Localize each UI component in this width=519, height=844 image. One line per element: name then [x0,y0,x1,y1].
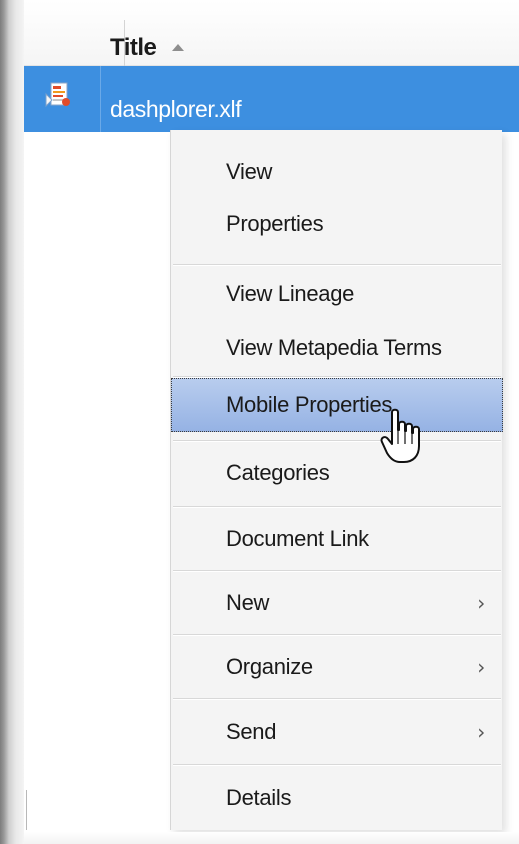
menu-item-label: Document Link [226,526,369,551]
menu-separator [173,440,501,442]
chevron-right-icon: › [477,720,485,744]
menu-item-new[interactable]: New › [171,578,503,628]
sort-ascending-icon[interactable] [172,44,184,51]
menu-item-view[interactable]: View [171,150,503,194]
menu-item-view-metapedia-terms[interactable]: View Metapedia Terms [171,326,503,370]
list-header [24,0,519,66]
menu-item-label: Details [226,785,292,810]
menu-separator [173,570,501,572]
menu-item-label: View Metapedia Terms [226,335,442,360]
context-menu: View Properties View Lineage View Metape… [170,130,503,830]
menu-item-categories[interactable]: Categories [171,448,503,498]
selected-file-row[interactable] [24,66,519,132]
row-column-separator [100,66,101,132]
menu-item-label: Properties [226,211,324,236]
menu-item-label: View Lineage [226,281,355,306]
menu-item-send[interactable]: Send › [171,706,503,758]
menu-item-view-lineage[interactable]: View Lineage [171,272,503,316]
chevron-right-icon: › [477,591,485,615]
menu-item-document-link[interactable]: Document Link [171,514,503,564]
menu-item-details[interactable]: Details [171,772,503,824]
menu-item-label: Categories [226,460,330,485]
title-column-header[interactable]: Title [110,34,157,62]
list-bottom-edge [24,832,519,844]
menu-item-mobile-properties[interactable]: Mobile Properties [171,378,503,432]
menu-separator [173,698,501,700]
menu-separator [173,506,501,508]
menu-separator [173,264,501,266]
window-frame-edge [0,0,24,844]
menu-item-label: View [226,159,273,184]
window-frame-notch [26,790,30,830]
file-name[interactable]: dashplorer.xlf [110,96,242,123]
menu-item-label: Send [226,719,277,744]
menu-item-label: Mobile Properties [226,392,393,417]
menu-item-organize[interactable]: Organize › [171,642,503,692]
menu-item-label: Organize [226,654,313,679]
menu-separator [173,764,501,766]
menu-item-label: New [226,590,270,615]
menu-separator [173,634,501,636]
chevron-right-icon: › [477,655,485,679]
menu-item-properties[interactable]: Properties [171,202,503,246]
hand-pointer-icon [380,408,420,463]
xlf-file-icon[interactable] [44,80,74,110]
